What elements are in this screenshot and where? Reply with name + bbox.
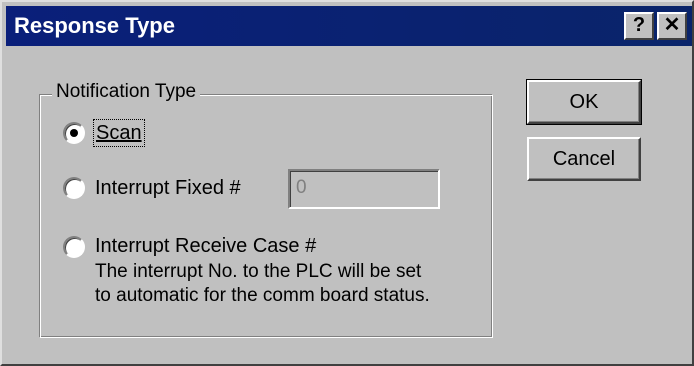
radio-scan[interactable]: [63, 122, 85, 144]
radio-label-scan[interactable]: Scan: [93, 119, 145, 147]
radio-interrupt-receive-case[interactable]: [63, 236, 85, 258]
close-button[interactable]: ✕: [657, 12, 687, 40]
help-button[interactable]: ?: [624, 12, 654, 40]
help-icon: ?: [632, 14, 646, 36]
interrupt-fixed-number-field[interactable]: 0: [288, 169, 440, 209]
radio-interrupt-fixed[interactable]: [63, 177, 85, 199]
dialog-title: Response Type: [14, 13, 175, 38]
description-line-2: to automatic for the comm board status.: [95, 285, 430, 306]
group-label: Notification Type: [52, 80, 201, 104]
response-type-dialog: Response Type ? ✕ Notification Type Scan…: [0, 0, 694, 366]
interrupt-description: The interrupt No. to the PLC will be set…: [95, 260, 430, 308]
description-line-1: The interrupt No. to the PLC will be set: [95, 261, 422, 282]
radio-label-interrupt-fixed[interactable]: Interrupt Fixed #: [95, 176, 241, 200]
ok-button[interactable]: OK: [526, 79, 642, 125]
radio-label-interrupt-receive-case[interactable]: Interrupt Receive Case #: [95, 234, 316, 258]
close-icon: ✕: [663, 14, 681, 36]
cancel-button[interactable]: Cancel: [527, 137, 641, 181]
title-bar[interactable]: Response Type ? ✕: [6, 6, 692, 46]
